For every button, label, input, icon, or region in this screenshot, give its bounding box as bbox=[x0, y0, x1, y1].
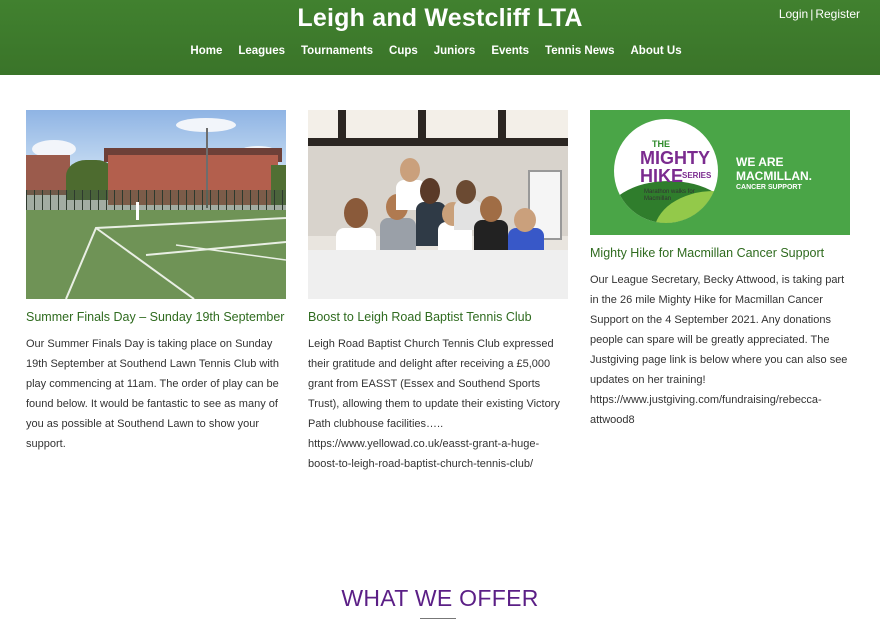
news-card-baptist-club: Boost to Leigh Road Baptist Tennis Club … bbox=[308, 110, 568, 474]
auth-links: Login | Register bbox=[779, 7, 860, 21]
nav-item-events[interactable]: Events bbox=[483, 44, 537, 58]
mighty-hike-logo: THE MIGHTY HIKE SERIES Marathon walks fo… bbox=[614, 119, 718, 223]
post-excerpt: Our League Secretary, Becky Attwood, is … bbox=[590, 274, 848, 426]
macmillan-logo: WE ARE MACMILLAN. bbox=[736, 155, 812, 183]
login-link[interactable]: Login bbox=[779, 7, 808, 21]
nav-item-home[interactable]: Home bbox=[190, 44, 230, 58]
site-header: Leigh and Westcliff LTA Login | Register H… bbox=[0, 0, 880, 75]
news-card-finals-day: Summer Finals Day – Sunday 19th Septembe… bbox=[26, 110, 286, 454]
section-heading-what-we-offer: WHAT WE OFFER bbox=[341, 585, 539, 611]
main-nav: Home Leagues Tournaments Cups Juniors Ev… bbox=[0, 44, 880, 58]
nav-item-leagues[interactable]: Leagues bbox=[230, 44, 293, 58]
post-excerpt: Leigh Road Baptist Church Tennis Club ex… bbox=[308, 338, 560, 470]
news-card-mighty-hike: THE MIGHTY HIKE SERIES Marathon walks fo… bbox=[590, 110, 850, 430]
nav-item-about-us[interactable]: About Us bbox=[622, 44, 689, 58]
site-title[interactable]: Leigh and Westcliff LTA bbox=[0, 4, 880, 33]
heading-divider bbox=[420, 618, 456, 619]
mighty-hike-logo-image[interactable]: THE MIGHTY HIKE SERIES Marathon walks fo… bbox=[590, 110, 850, 235]
nav-item-juniors[interactable]: Juniors bbox=[426, 44, 484, 58]
auth-separator: | bbox=[810, 7, 814, 21]
nav-item-tennis-news[interactable]: Tennis News bbox=[537, 44, 622, 58]
post-title[interactable]: Summer Finals Day – Sunday 19th Septembe… bbox=[26, 309, 286, 325]
register-link[interactable]: Register bbox=[815, 7, 860, 21]
tennis-court-photo[interactable] bbox=[26, 110, 286, 299]
nav-item-tournaments[interactable]: Tournaments bbox=[293, 44, 381, 58]
club-members-photo[interactable] bbox=[308, 110, 568, 299]
post-title[interactable]: Mighty Hike for Macmillan Cancer Support bbox=[590, 245, 850, 261]
post-excerpt: Our Summer Finals Day is taking place on… bbox=[26, 338, 279, 450]
nav-item-cups[interactable]: Cups bbox=[381, 44, 426, 58]
post-title[interactable]: Boost to Leigh Road Baptist Tennis Club bbox=[308, 309, 568, 325]
